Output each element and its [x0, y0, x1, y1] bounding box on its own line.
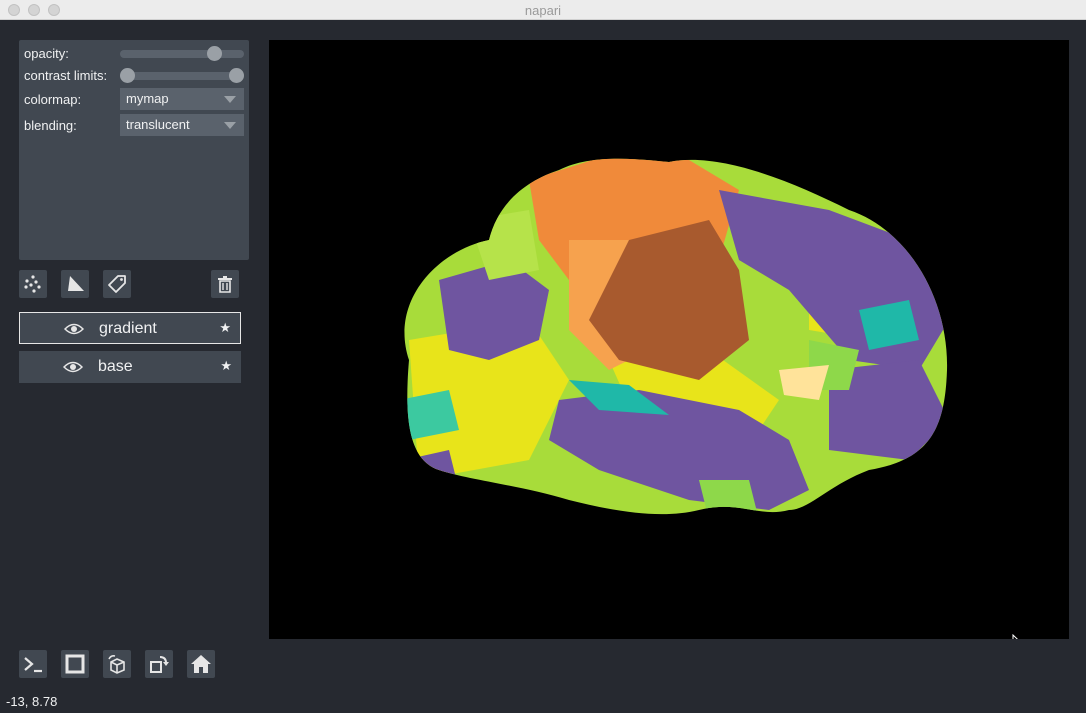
transpose-button[interactable]: [145, 650, 173, 678]
layer-name[interactable]: base: [98, 358, 133, 376]
blending-dropdown[interactable]: translucent: [120, 114, 244, 136]
colormap-value: mymap: [126, 91, 169, 106]
new-points-icon: [24, 275, 41, 293]
brain-surface-render: [404, 158, 948, 515]
opacity-slider-handle[interactable]: [207, 46, 222, 61]
transpose-icon: [150, 656, 169, 673]
window-title: napari: [524, 3, 562, 18]
blending-label: blending:: [24, 118, 77, 133]
colormap-label: colormap:: [24, 92, 82, 107]
window-titlebar: napari: [0, 0, 1086, 20]
viewer-canvas[interactable]: [269, 40, 1069, 639]
ndisplay-icon: [65, 654, 85, 674]
chevron-down-icon: [224, 96, 236, 103]
roll-dims-button[interactable]: [103, 650, 131, 678]
layer-item-base[interactable]: base ★: [19, 351, 241, 383]
contrast-limits-label: contrast limits:: [24, 68, 108, 83]
colormap-dropdown[interactable]: mymap: [120, 88, 244, 110]
opacity-label: opacity:: [24, 46, 69, 61]
contrast-max-handle[interactable]: [229, 68, 244, 83]
contrast-min-handle[interactable]: [120, 68, 135, 83]
delete-layer-button[interactable]: [211, 270, 239, 298]
new-labels-icon: [108, 275, 126, 293]
star-icon: ★: [219, 320, 231, 335]
star-icon: ★: [220, 358, 232, 373]
console-button[interactable]: [19, 650, 47, 678]
new-shapes-layer-button[interactable]: [61, 270, 89, 298]
home-button[interactable]: [187, 650, 215, 678]
layer-name[interactable]: gradient: [99, 320, 157, 338]
napari-main-window: opacity: contrast limits: colormap: myma…: [0, 20, 1086, 713]
roll-dims-icon: [108, 655, 125, 674]
blending-value: translucent: [126, 117, 190, 132]
delete-layer-icon: [218, 276, 232, 293]
opacity-slider[interactable]: [120, 46, 244, 61]
home-icon: [191, 655, 211, 673]
new-labels-layer-button[interactable]: [103, 270, 131, 298]
mouse-cursor-icon: [1012, 634, 1018, 639]
visibility-eye-icon[interactable]: [64, 322, 84, 336]
ndisplay-button[interactable]: [61, 650, 89, 678]
contrast-limits-slider[interactable]: [120, 68, 244, 83]
layer-item-gradient[interactable]: gradient ★: [19, 312, 241, 344]
status-coordinates: -13, 8.78: [6, 694, 58, 709]
layer-controls-panel: opacity: contrast limits: colormap: myma…: [19, 40, 249, 260]
visibility-eye-icon[interactable]: [63, 360, 83, 374]
new-points-layer-button[interactable]: [19, 270, 47, 298]
chevron-down-icon: [224, 122, 236, 129]
console-icon: [24, 657, 42, 673]
new-shapes-icon: [68, 276, 84, 291]
